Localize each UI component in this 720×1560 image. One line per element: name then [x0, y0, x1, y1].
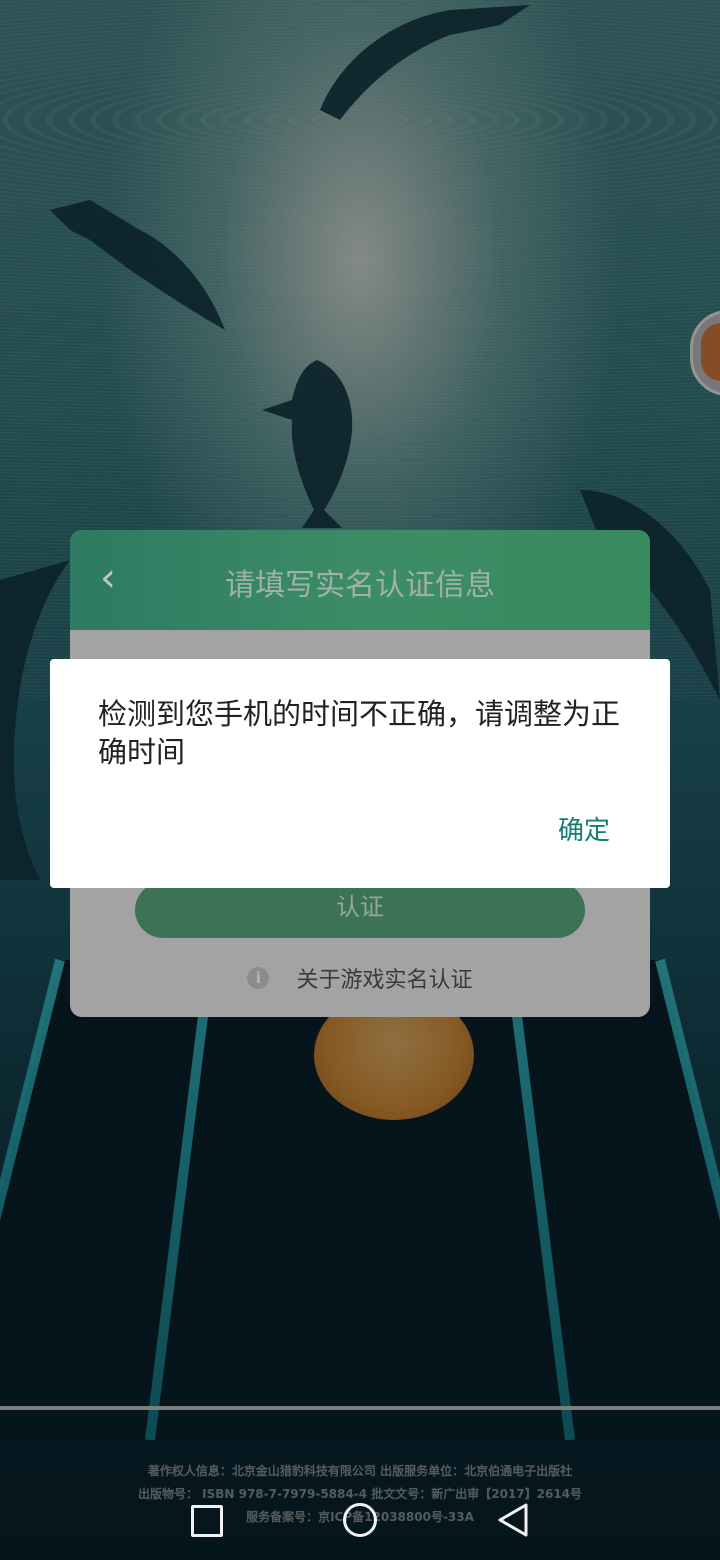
info-icon: i [247, 967, 270, 989]
panel-header: ‹ 请填写实名认证信息 [70, 530, 650, 630]
triangle-back-icon[interactable] [496, 1502, 530, 1538]
about-real-name-label: 关于游戏实名认证 [296, 968, 473, 993]
dialog-message: 检测到您手机的时间不正确，请调整为正确时间 [98, 697, 621, 769]
square-icon[interactable] [191, 1505, 223, 1537]
circle-icon[interactable] [343, 1503, 377, 1537]
about-real-name-link[interactable]: i 关于游戏实名认证 [70, 962, 650, 994]
verify-button[interactable]: 认证 [135, 882, 585, 938]
confirm-button[interactable]: 确定 [558, 811, 610, 851]
time-error-dialog: 检测到您手机的时间不正确，请调整为正确时间 确定 [50, 659, 670, 888]
panel-title: 请填写实名认证信息 [225, 568, 495, 603]
